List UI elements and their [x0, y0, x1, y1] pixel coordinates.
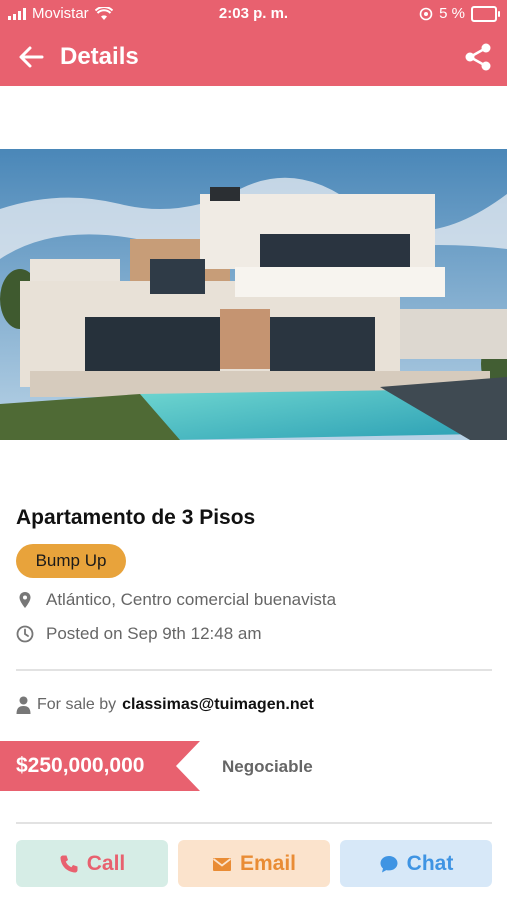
- posted-text: Posted on Sep 9th 12:48 am: [46, 624, 262, 643]
- divider: [16, 669, 492, 671]
- lock-rotation-icon: [419, 7, 433, 20]
- app-header: Movistar 2:03 p. m. 5 % Details: [0, 0, 507, 86]
- phone-icon: [60, 855, 78, 872]
- negotiable-label: Negociable: [222, 757, 313, 776]
- location-row: Atlántico, Centro comercial buenavista: [16, 590, 336, 610]
- bump-up-badge[interactable]: Bump Up: [16, 544, 126, 578]
- envelope-icon: [212, 857, 232, 871]
- battery-label: 5 %: [439, 5, 465, 22]
- email-button[interactable]: Email: [178, 840, 330, 887]
- location-pin-icon: [19, 592, 31, 608]
- user-icon: [16, 696, 31, 714]
- page-title: Details: [60, 43, 139, 70]
- app-bar: Details: [0, 30, 507, 86]
- battery-icon: [471, 5, 500, 22]
- location-text: Atlántico, Centro comercial buenavista: [46, 590, 337, 609]
- posted-row: Posted on Sep 9th 12:48 am: [16, 624, 262, 644]
- listing-photo[interactable]: [0, 149, 507, 440]
- clock-icon: [16, 625, 34, 643]
- seller-row: For sale by classimas@tuimagen.net: [16, 696, 314, 714]
- call-label: Call: [86, 851, 126, 875]
- house-image: [0, 149, 507, 440]
- seller-prefix: For sale by: [37, 696, 117, 713]
- seller-email[interactable]: classimas@tuimagen.net: [122, 696, 314, 714]
- divider: [16, 822, 492, 824]
- chat-label: Chat: [406, 851, 454, 875]
- price-tag: $250,000,000: [0, 741, 200, 791]
- back-arrow-icon[interactable]: [14, 40, 48, 74]
- chat-bubble-icon: [380, 855, 398, 872]
- listing-title: Apartamento de 3 Pisos: [16, 506, 256, 529]
- price-value: $250,000,000: [16, 754, 145, 777]
- call-button[interactable]: Call: [16, 840, 168, 887]
- email-label: Email: [239, 851, 297, 875]
- status-bar: Movistar 2:03 p. m. 5 %: [0, 0, 507, 28]
- chat-button[interactable]: Chat: [340, 840, 492, 887]
- status-right: 5 %: [419, 5, 500, 22]
- share-icon[interactable]: [461, 40, 495, 74]
